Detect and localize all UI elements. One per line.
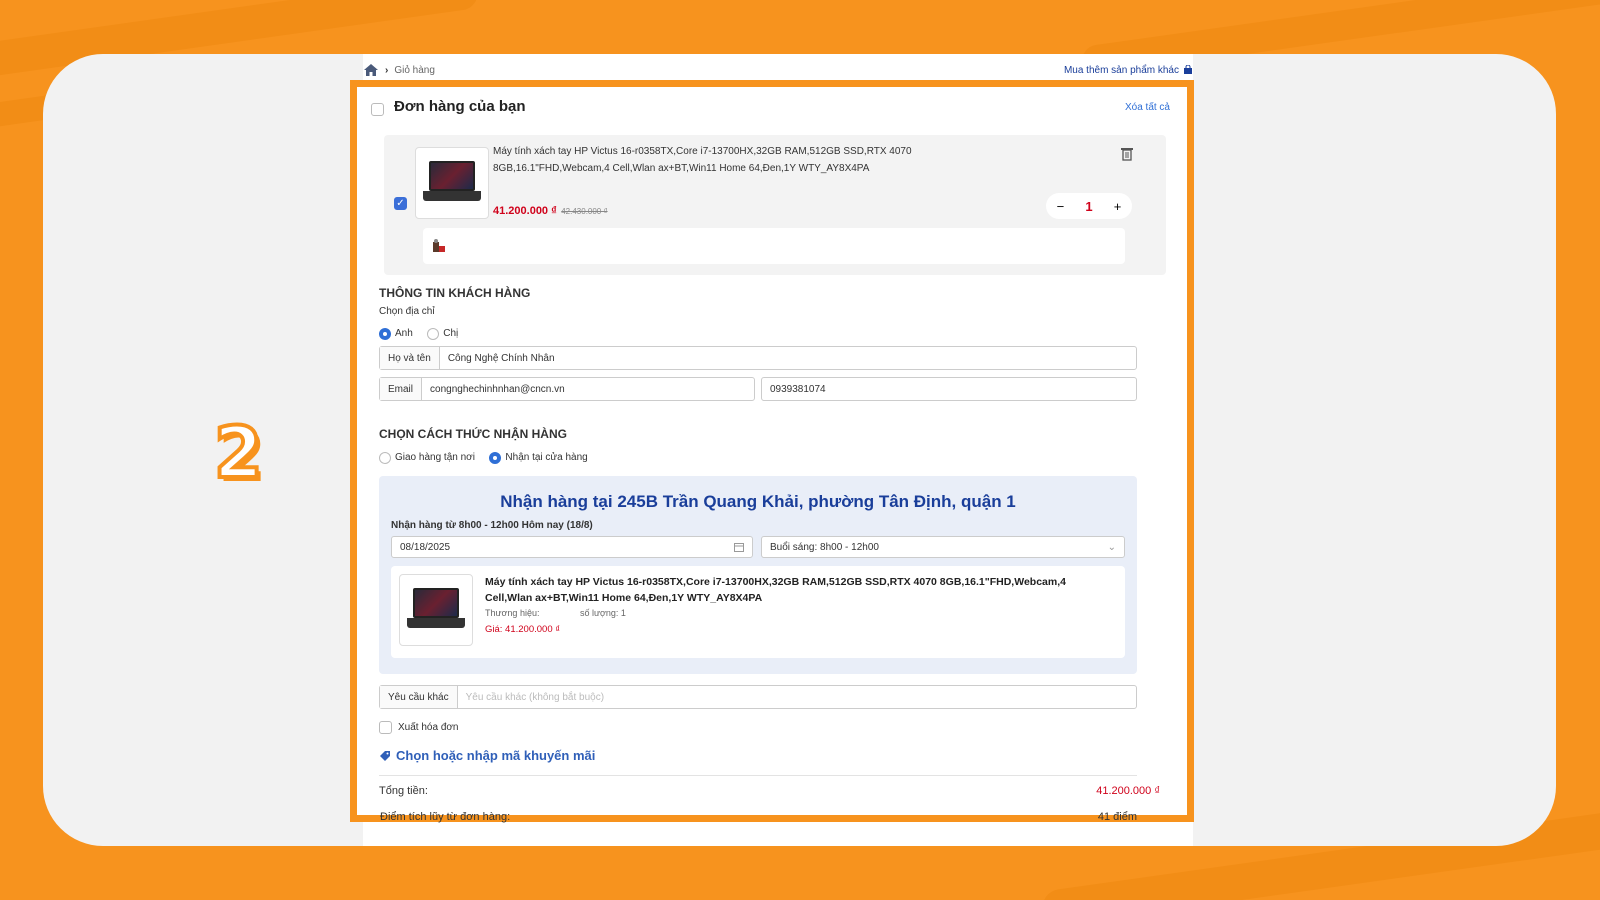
gift-row	[423, 228, 1125, 264]
product-price: 41.200.000 ₫	[493, 205, 557, 217]
increase-button[interactable]: +	[1114, 199, 1122, 214]
breadcrumb: › Giỏ hàng Mua thêm sản phẩm khác	[363, 62, 1193, 78]
laptop-image	[423, 161, 481, 205]
time-value: Buổi sáng: 8h00 - 12h00	[770, 541, 879, 553]
laptop-image	[407, 588, 465, 632]
pickup-note: Nhận hàng từ 8h00 - 12h00 Hôm nay (18/8)	[391, 520, 593, 531]
radio-home-delivery[interactable]	[379, 451, 391, 464]
radio-anh[interactable]	[379, 327, 391, 340]
shop-more-link[interactable]: Mua thêm sản phẩm khác	[1064, 65, 1193, 76]
chevron-right-icon: ›	[385, 64, 389, 76]
item-checkbox[interactable]: ✓	[394, 197, 407, 210]
points-label: Điểm tích lũy từ đơn hàng:	[380, 811, 511, 823]
radio-store-pickup[interactable]	[489, 451, 502, 464]
name-label: Họ và tên	[380, 347, 440, 369]
total-label: Tổng tiền:	[379, 785, 428, 797]
store-pickup-box: Nhận hàng tại 245B Trần Quang Khải, phườ…	[379, 476, 1137, 674]
delivery-options: Giao hàng tận nơi Nhận tại cửa hàng	[379, 449, 598, 467]
cart-title: Đơn hàng của bạn	[394, 98, 526, 115]
pickup-product-card: Máy tính xách tay HP Victus 16-r0358TX,C…	[391, 566, 1125, 658]
clear-all-link[interactable]: Xóa tất cả	[1125, 102, 1170, 113]
email-field[interactable]: Email congnghechinhnhan@cncn.vn	[379, 377, 755, 401]
shop-more-label: Mua thêm sản phẩm khác	[1063, 64, 1179, 76]
order-panel: Đơn hàng của bạn Xóa tất cả ✓ Máy tính x…	[350, 80, 1194, 822]
points-value: 41 điểm	[1097, 811, 1137, 823]
summary-divider	[379, 775, 1137, 776]
choose-address-label: Chọn địa chỉ	[379, 306, 435, 317]
radio-home-delivery-label: Giao hàng tận nơi	[395, 452, 475, 464]
other-request-label: Yêu cầu khác	[380, 686, 458, 708]
pickup-product-name-line2: Cell,Wlan ax+BT,Win11 Home 64,Đen,1Y WTY…	[485, 592, 763, 604]
invoice-checkbox[interactable]	[379, 721, 392, 734]
quantity-label: số lượng: 1	[579, 608, 626, 618]
trash-icon[interactable]	[1121, 147, 1133, 161]
chevron-down-icon: ⌄	[1107, 541, 1116, 553]
pickup-product-name: Máy tính xách tay HP Victus 16-r0358TX,C…	[485, 574, 1117, 606]
step-number: 2	[212, 412, 265, 494]
decrease-button[interactable]: −	[1057, 199, 1065, 214]
salutation-group: Anh Chị	[379, 325, 468, 343]
date-value: 08/18/2025	[400, 541, 451, 553]
bag-icon	[1184, 65, 1192, 74]
phone-value: 0939381074	[770, 383, 826, 395]
radio-chi-label: Chị	[443, 328, 459, 340]
breadcrumb-current[interactable]: Giỏ hàng	[394, 65, 435, 76]
radio-anh-label: Anh	[395, 328, 413, 340]
price-group: 41.200.000 ₫ 42.430.000 ₫	[493, 201, 608, 219]
customer-heading: THÔNG TIN KHÁCH HÀNG	[379, 286, 531, 300]
email-label: Email	[380, 378, 423, 400]
product-old-price: 42.430.000 ₫	[561, 207, 608, 216]
invoice-label: Xuất hóa đơn	[398, 722, 459, 733]
pickup-product-price: Giá: 41.200.000 ₫	[485, 624, 561, 635]
pickup-product-name-line1: Máy tính xách tay HP Victus 16-r0358TX,C…	[485, 576, 1066, 588]
delivery-heading: CHỌN CÁCH THỨC NHẬN HÀNG	[379, 427, 567, 441]
calendar-icon	[734, 543, 744, 552]
quantity-stepper: − 1 +	[1046, 193, 1132, 219]
select-all-checkbox[interactable]	[371, 103, 384, 116]
time-slot-select[interactable]: Buổi sáng: 8h00 - 12h00 ⌄	[761, 536, 1125, 558]
quantity-value[interactable]: 1	[1085, 199, 1092, 214]
product-name-line1: Máy tính xách tay HP Victus 16-r0358TX,C…	[493, 146, 912, 157]
promo-link[interactable]: Chọn hoặc nhập mã khuyến mãi	[379, 748, 595, 763]
other-request-field[interactable]: Yêu cầu khác Yêu cầu khác (không bắt buộ…	[379, 685, 1137, 709]
product-thumbnail[interactable]	[415, 147, 489, 219]
date-picker[interactable]: 08/18/2025	[391, 536, 753, 558]
pickup-product-thumbnail	[399, 574, 473, 646]
total-value: 41.200.000 ₫	[1096, 785, 1160, 797]
brand-label: Thương hiệu:	[485, 608, 540, 618]
radio-chi[interactable]	[427, 327, 440, 340]
gift-icon[interactable]	[431, 238, 447, 254]
name-value: Công Nghệ Chính Nhân	[447, 352, 555, 364]
tag-icon	[380, 750, 390, 761]
product-name-line2: 8GB,16.1"FHD,Webcam,4 Cell,Wlan ax+BT,Wi…	[493, 163, 870, 174]
pickup-product-meta: Thương hiệu: số lượng: 1	[485, 608, 626, 618]
phone-field[interactable]: 0939381074	[761, 377, 1137, 401]
cart-item: ✓ Máy tính xách tay HP Victus 16-r0358TX…	[384, 135, 1166, 275]
home-icon[interactable]	[363, 63, 379, 77]
email-value: congnghechinhnhan@cncn.vn	[430, 383, 565, 395]
other-request-placeholder: Yêu cầu khác (không bắt buộc)	[465, 691, 605, 703]
name-field[interactable]: Họ và tên Công Nghệ Chính Nhân	[379, 346, 1137, 370]
product-name[interactable]: Máy tính xách tay HP Victus 16-r0358TX,C…	[493, 143, 1013, 177]
store-address-title: Nhận hàng tại 245B Trần Quang Khải, phườ…	[500, 492, 1016, 511]
radio-store-pickup-label: Nhận tại cửa hàng	[505, 452, 588, 464]
invoice-row: Xuất hóa đơn	[379, 721, 459, 734]
promo-label: Chọn hoặc nhập mã khuyến mãi	[396, 748, 596, 763]
